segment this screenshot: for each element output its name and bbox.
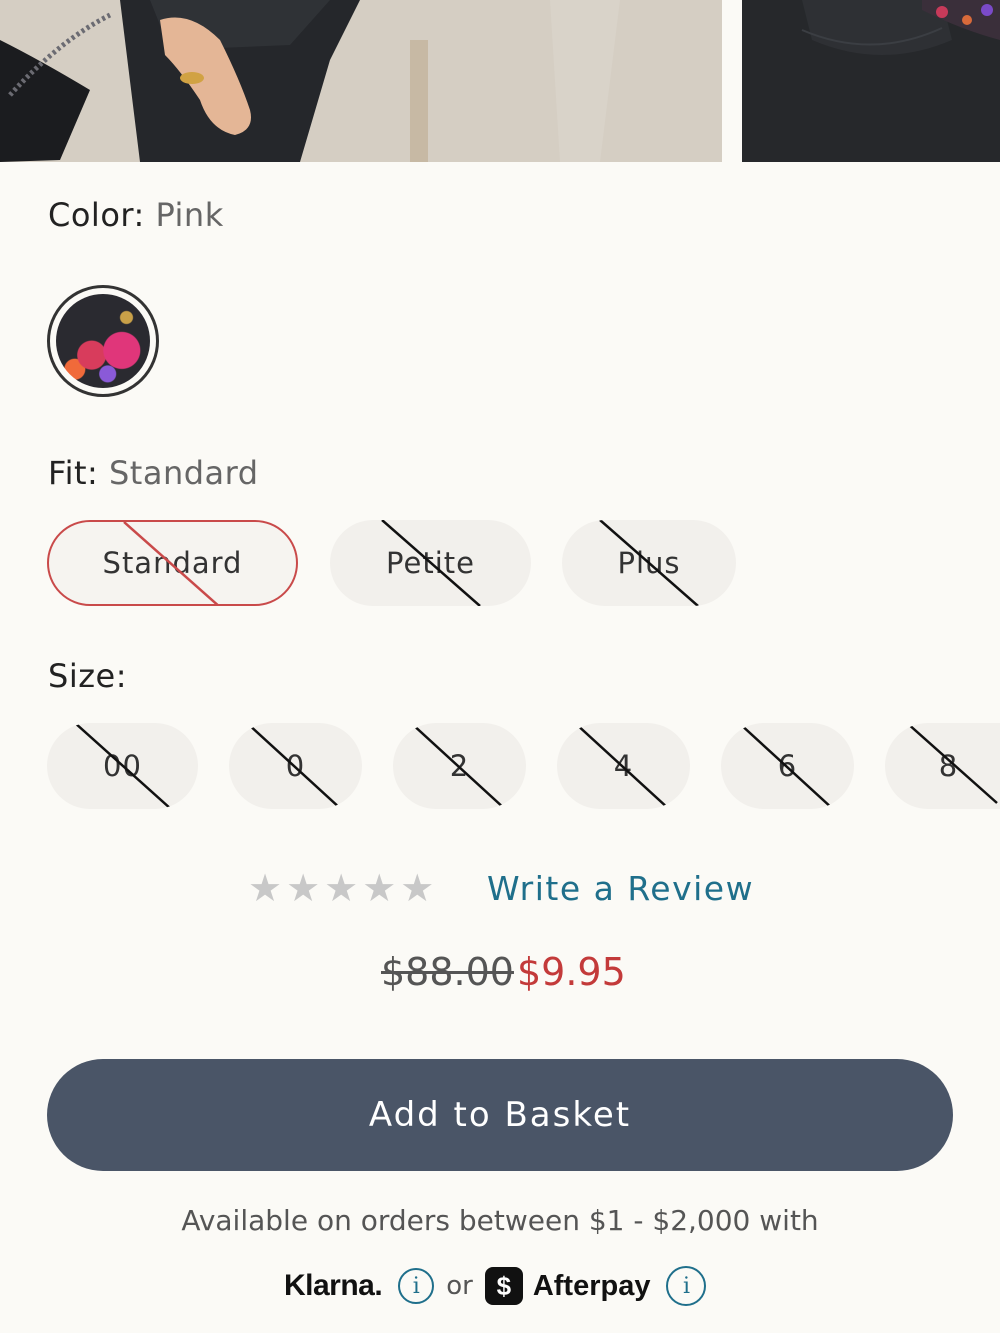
size-option-label: 00 <box>103 749 142 783</box>
fit-label: Fit: Standard <box>48 454 259 492</box>
size-option-0[interactable]: 0 <box>229 723 362 809</box>
swatch-pattern <box>56 294 150 388</box>
product-image-secondary[interactable] <box>742 0 1000 162</box>
size-option-label: 4 <box>613 749 634 783</box>
original-price: $88.00 <box>381 950 514 994</box>
product-image-main[interactable] <box>0 0 722 162</box>
afterpay-logo: Afterpay <box>532 1269 651 1302</box>
size-option-label: 6 <box>777 749 798 783</box>
payment-availability-text: Available on orders between $1 - $2,000 … <box>181 1204 819 1237</box>
fit-label-key: Fit: <box>48 454 99 492</box>
klarna-info-icon[interactable]: i <box>398 1268 435 1304</box>
fit-option-standard[interactable]: Standard <box>47 520 298 606</box>
size-option-6[interactable]: 6 <box>721 723 854 809</box>
fit-option-label: Petite <box>386 546 475 580</box>
size-option-8[interactable]: 8 <box>885 723 1000 809</box>
color-label: Color: Pink <box>48 196 224 234</box>
rating-stars-icon: ★★★★★ <box>248 866 439 910</box>
product-photo-art <box>0 0 722 162</box>
size-option-4[interactable]: 4 <box>557 723 690 809</box>
add-to-basket-button[interactable]: Add to Basket <box>47 1059 953 1171</box>
size-option-label: 2 <box>449 749 470 783</box>
afterpay-info-icon[interactable]: i <box>666 1266 707 1306</box>
sale-price: $9.95 <box>517 950 626 994</box>
fit-label-value: Standard <box>108 454 259 492</box>
klarna-logo: Klarna. <box>284 1269 383 1302</box>
payment-options-row: Klarna. i or $ Afterpay i <box>284 1262 707 1310</box>
fit-option-label: Standard <box>102 546 243 580</box>
write-review-link[interactable]: Write a Review <box>487 869 754 908</box>
product-photo-art <box>742 0 1000 162</box>
fit-option-petite[interactable]: Petite <box>330 520 531 606</box>
size-label-key: Size: <box>48 657 127 695</box>
size-option-00[interactable]: 00 <box>47 723 198 809</box>
size-option-label: 0 <box>285 749 306 783</box>
or-text: or <box>446 1271 473 1301</box>
fit-option-plus[interactable]: Plus <box>562 520 736 606</box>
size-option-label: 8 <box>938 749 959 783</box>
fit-option-label: Plus <box>617 546 681 580</box>
size-label: Size: <box>48 657 127 695</box>
color-label-key: Color: <box>48 196 145 234</box>
size-option-2[interactable]: 2 <box>393 723 526 809</box>
color-swatch-pink[interactable] <box>47 285 159 397</box>
afterpay-badge-icon: $ <box>484 1267 523 1305</box>
color-label-value: Pink <box>155 196 224 234</box>
